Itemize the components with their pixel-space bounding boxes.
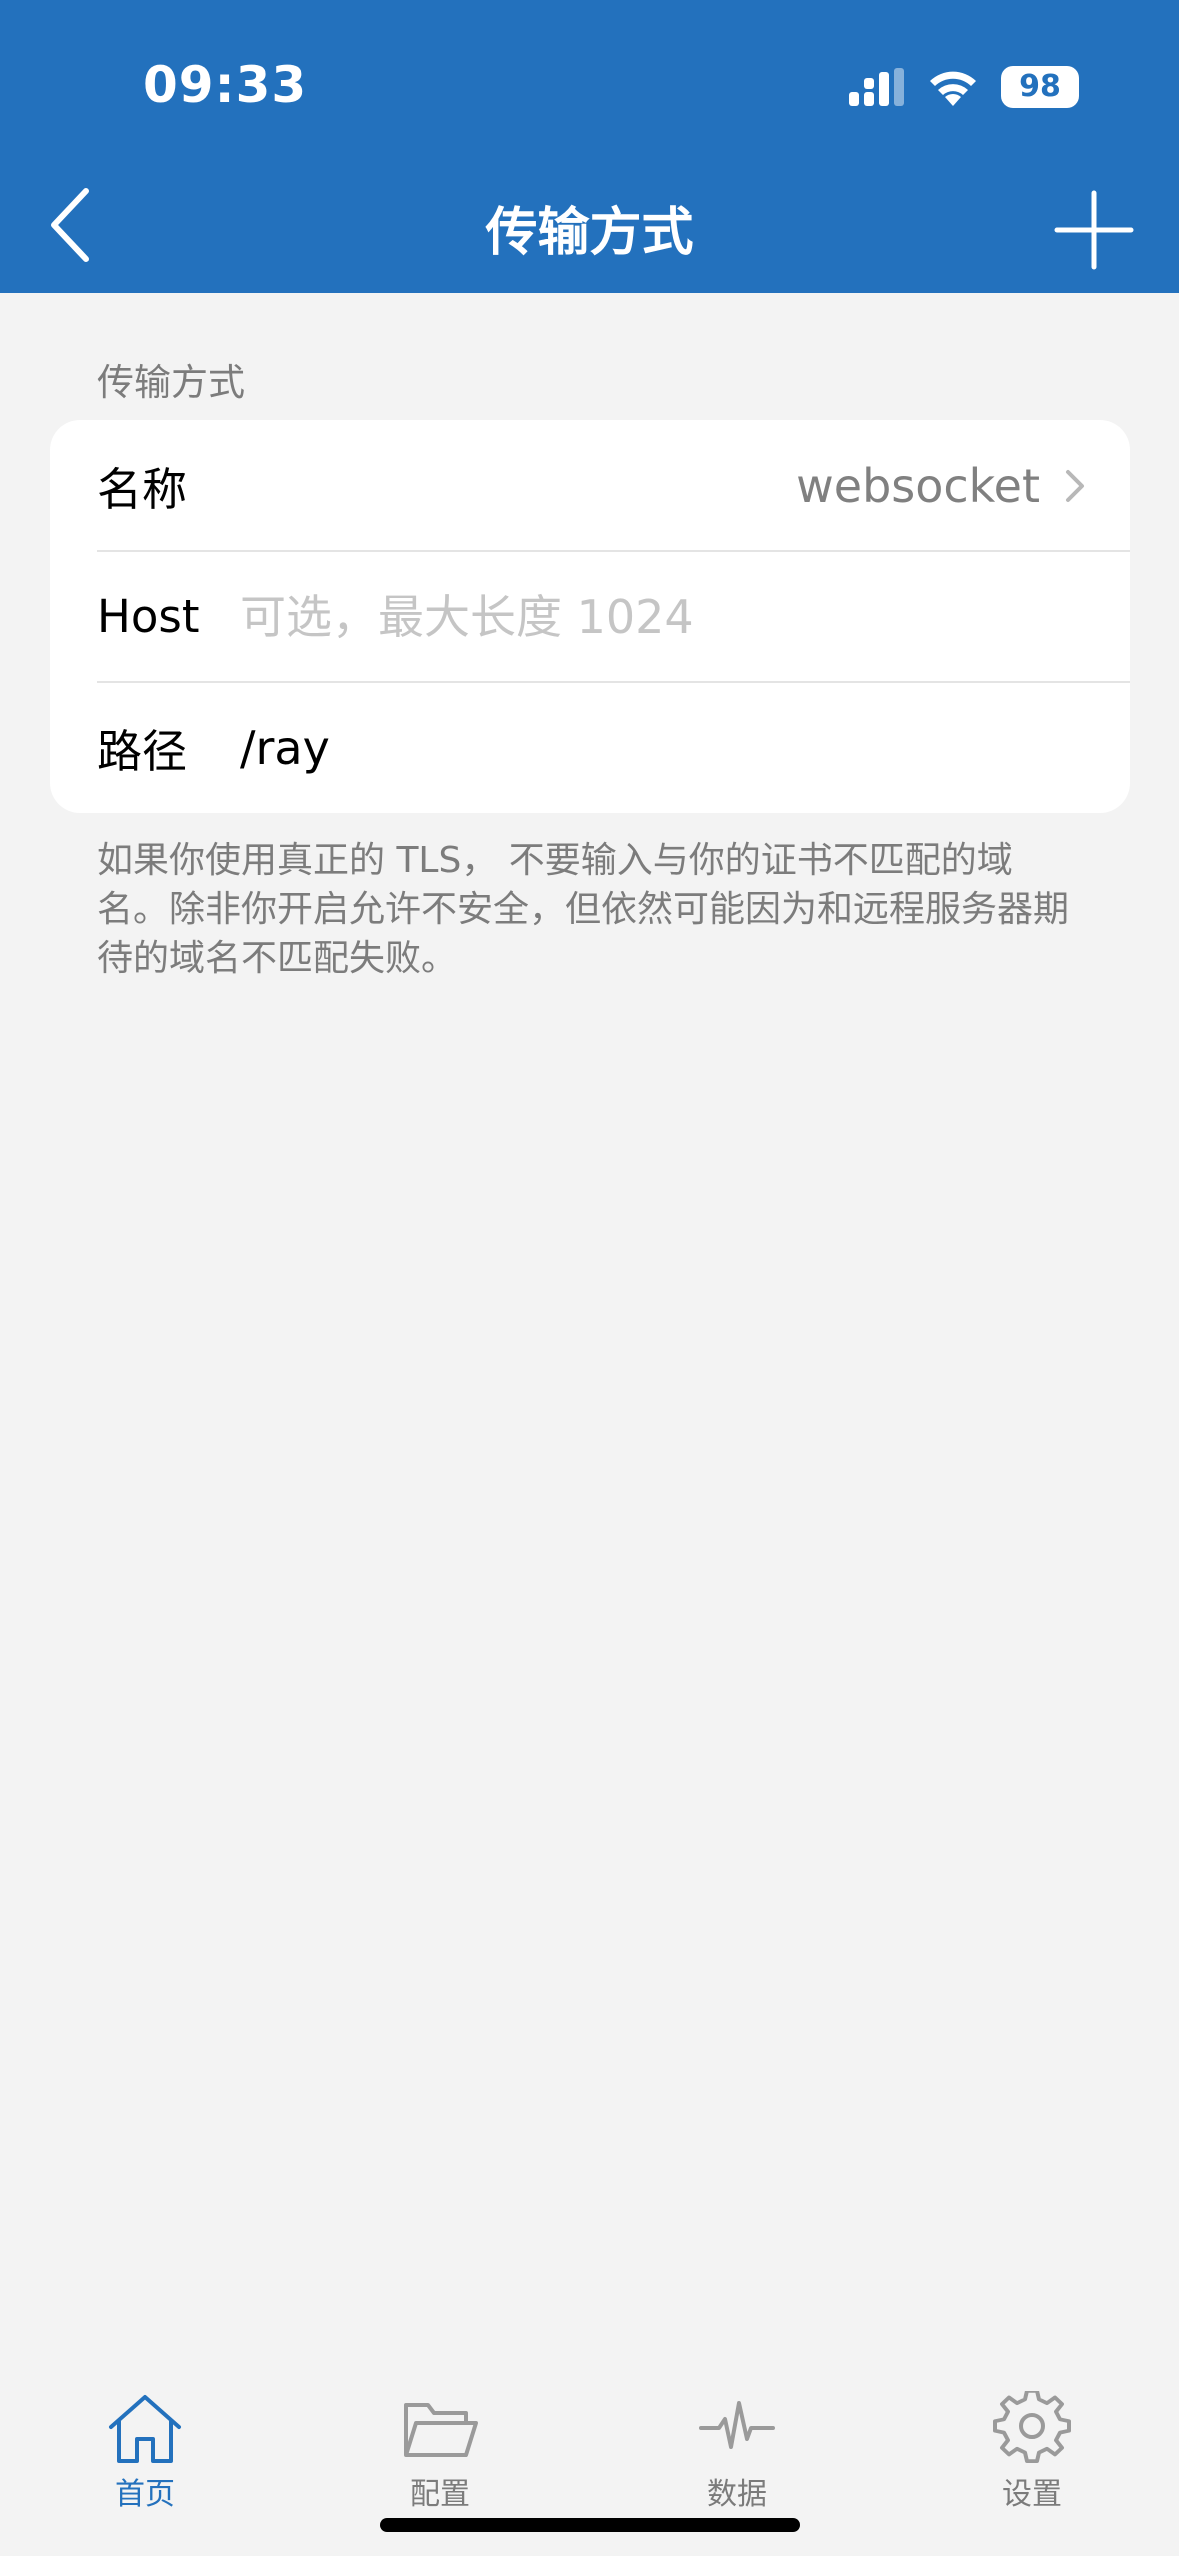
pulse-icon [699,2401,775,2449]
host-row: Host [50,551,1130,682]
battery-level: 98 [1019,69,1061,104]
tab-data-label: 数据 [707,2477,767,2512]
page-title: 传输方式 [485,203,694,263]
battery-indicator: 98 [1001,66,1079,108]
status-time: 09:33 [143,56,308,114]
cellular-signal-icon [849,68,904,106]
tab-home-label: 首页 [115,2477,175,2512]
section-header: 传输方式 [97,361,245,404]
add-button[interactable] [1049,185,1139,275]
navigation-header: 09:33 98 传输方式 [0,0,1179,293]
host-input[interactable] [240,589,1090,644]
home-icon [109,2395,181,2463]
tab-config-label: 配置 [410,2477,470,2512]
gear-icon [993,2391,1071,2464]
tab-settings[interactable]: 设置 [932,2391,1132,2531]
tab-home[interactable]: 首页 [45,2391,245,2531]
tab-config[interactable]: 配置 [340,2391,540,2531]
name-row[interactable]: 名称 websocket [50,420,1130,551]
wifi-icon [930,71,976,106]
folder-icon [404,2403,478,2457]
chevron-right-icon [1066,470,1084,502]
plus-icon [1054,190,1134,270]
path-row: 路径 [50,682,1130,813]
transport-form-card: 名称 websocket Host 路径 [50,420,1130,813]
path-label: 路径 [97,725,188,778]
path-input[interactable] [240,720,1090,775]
host-label: Host [97,590,200,643]
section-footer-note: 如果你使用真正的 TLS， 不要输入与你的证书不匹配的域名。除非你开启允许不安全… [97,840,1070,979]
home-indicator [380,2518,800,2532]
tab-data[interactable]: 数据 [637,2391,837,2531]
name-label: 名称 [97,463,188,516]
name-value: websocket [796,458,1040,513]
tab-settings-label: 设置 [1002,2477,1062,2512]
